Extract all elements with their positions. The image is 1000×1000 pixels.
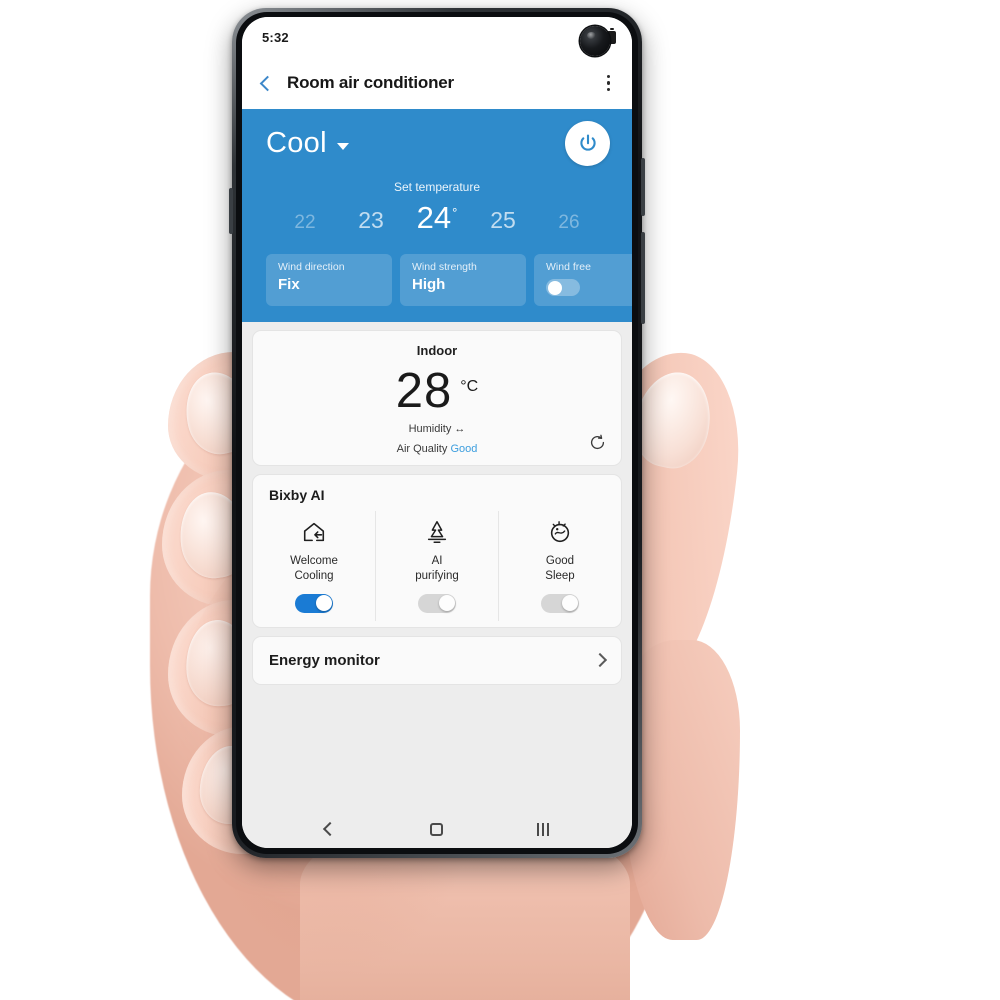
bixby-label-line2: Cooling (294, 570, 334, 583)
humidity-value: ↔ (454, 422, 466, 435)
bixby-item-label: Welcome Cooling (290, 554, 338, 585)
power-side-button[interactable] (641, 232, 645, 324)
chip-label: Wind free (546, 261, 591, 273)
chip-value: High (412, 276, 446, 293)
air-quality-label: Air Quality (396, 442, 448, 455)
volume-button[interactable] (229, 188, 233, 234)
welcome-cooling-toggle[interactable] (295, 593, 333, 613)
bixby-items: Welcome Cooling AI purifying Good Sleep (253, 510, 621, 621)
set-temperature-label: Set temperature (393, 180, 481, 194)
bixby-label-line2: purifying (415, 570, 459, 583)
overflow-menu-icon[interactable] (603, 71, 614, 95)
indoor-temperature-row: 28 °C (267, 364, 607, 418)
front-camera-punchhole (580, 26, 610, 56)
bixby-item-label: AI purifying (415, 554, 458, 585)
indoor-temperature: 28 (395, 364, 453, 418)
good-sleep-toggle[interactable] (541, 593, 579, 613)
screenshot-stage: 5:32 Room air conditioner Cool Set tempe… (0, 0, 1000, 1000)
status-bar: 5:32 (242, 17, 632, 57)
indoor-temperature-unit: °C (460, 378, 479, 395)
wind-free-toggle[interactable] (546, 279, 580, 296)
mode-selector[interactable]: Cool (266, 127, 349, 160)
page-title: Room air conditioner (287, 73, 454, 92)
ai-purifying-leaf-icon (424, 517, 450, 547)
phone-screen: 5:32 Room air conditioner Cool Set tempe… (242, 17, 632, 848)
ac-option-chips[interactable]: Wind direction Fix Wind strength High Wi… (242, 254, 632, 306)
bixby-item-ai-purifying[interactable]: AI purifying (375, 510, 498, 621)
chevron-down-icon (336, 143, 349, 150)
bixby-ai-card: Bixby AI Welcome Cooling AI purifying Go… (252, 473, 622, 628)
bixby-item-label: Good Sleep (545, 554, 574, 585)
degree-symbol: ° (452, 204, 458, 220)
refresh-icon (590, 434, 605, 449)
bixby-title: Bixby AI (269, 486, 325, 503)
chip-wind-free[interactable]: Wind free (534, 254, 632, 306)
bixby-label-line1: Good (545, 554, 575, 567)
energy-monitor-row[interactable]: Energy monitor (252, 635, 622, 685)
indoor-card: Indoor 28 °C Humidity ↔ Air Quality Good (252, 330, 622, 466)
welcome-home-icon (300, 517, 328, 547)
chip-wind-strength[interactable]: Wind strength High (400, 254, 526, 306)
temp-selected-value: 24 (416, 200, 452, 235)
bixby-label-line1: Welcome (290, 554, 338, 567)
air-quality-value: Good (450, 442, 478, 455)
bixby-item-good-sleep[interactable]: Good Sleep (498, 510, 621, 621)
air-quality-row: Air Quality Good (267, 443, 607, 455)
chip-label: Wind direction (278, 261, 345, 273)
indoor-title: Indoor (416, 343, 458, 358)
android-nav-bar (242, 810, 632, 848)
chip-wind-direction[interactable]: Wind direction Fix (266, 254, 392, 306)
mode-label: Cool (266, 127, 327, 159)
power-button[interactable] (565, 121, 610, 166)
temperature-picker[interactable]: 22 23 24° 25 26 (242, 200, 632, 236)
humidity-row: Humidity ↔ (267, 423, 607, 435)
chip-value: Fix (278, 276, 300, 293)
nav-back-icon[interactable] (323, 821, 338, 837)
humidity-label: Humidity (408, 422, 452, 435)
nav-recents-icon[interactable] (537, 822, 549, 836)
power-icon (579, 134, 596, 151)
back-chevron-icon[interactable] (259, 75, 276, 91)
ai-purifying-toggle[interactable] (418, 593, 456, 613)
temp-option-25[interactable]: 25 (470, 207, 536, 234)
bixby-item-welcome-cooling[interactable]: Welcome Cooling (253, 511, 375, 621)
temp-option-23[interactable]: 23 (338, 207, 404, 234)
phone-bezel: 5:32 Room air conditioner Cool Set tempe… (236, 12, 638, 854)
app-bar: Room air conditioner (242, 57, 632, 109)
content-area: Indoor 28 °C Humidity ↔ Air Quality Good… (242, 322, 632, 810)
bixby-label-line2: Sleep (545, 570, 575, 583)
bixby-button[interactable] (641, 158, 645, 216)
energy-monitor-label: Energy monitor (269, 651, 380, 669)
ac-control-hero: Cool Set temperature 22 23 24° 25 26 Win… (242, 109, 632, 322)
status-clock: 5:32 (262, 29, 289, 45)
hero-top-row: Cool (242, 121, 632, 166)
chip-label: Wind strength (412, 261, 477, 273)
temp-option-22[interactable]: 22 (272, 212, 338, 234)
chevron-right-icon (592, 653, 608, 668)
phone-device: 5:32 Room air conditioner Cool Set tempe… (229, 8, 645, 858)
temp-option-selected[interactable]: 24° (404, 200, 470, 236)
temp-option-26[interactable]: 26 (536, 212, 602, 234)
good-sleep-moon-icon (547, 517, 573, 547)
nav-home-icon[interactable] (429, 822, 443, 836)
refresh-button[interactable] (588, 433, 607, 457)
bixby-label-line1: AI (431, 554, 443, 567)
